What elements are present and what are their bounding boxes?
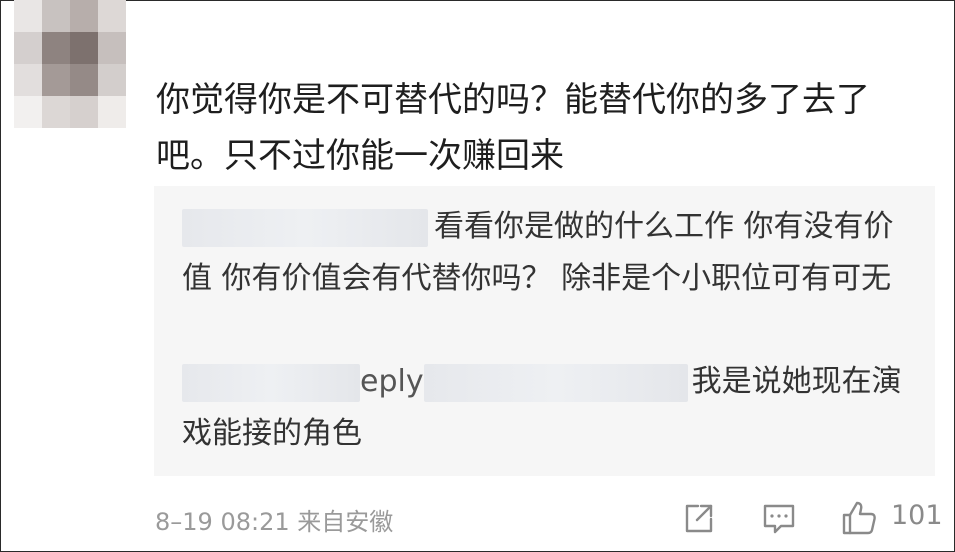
redacted-username[interactable]	[182, 208, 428, 247]
reply-prefix: eply	[360, 364, 424, 399]
comment-footer: 8–19 08:21 来自安徽 101	[155, 498, 943, 538]
avatar[interactable]	[14, 0, 126, 128]
thumbs-up-icon[interactable]	[839, 498, 879, 538]
reply-item[interactable]: 看看你是做的什么工作 你有没有价值 你有价值会有代替你吗？ 除非是个小职位可有可…	[182, 201, 922, 305]
like-count[interactable]: 101	[891, 500, 943, 531]
share-icon[interactable]	[679, 498, 719, 538]
reply-item[interactable]: eply 我是说她现在演戏能接的角色	[182, 356, 922, 460]
comment-text: 你觉得你是不可替代的吗？能替代你的多了去了吧。只不过你能一次赚回来	[156, 80, 870, 176]
replies-panel[interactable]: 看看你是做的什么工作 你有没有价值 你有价值会有代替你吗？ 除非是个小职位可有可…	[154, 186, 935, 476]
timestamp-location: 8–19 08:21 来自安徽	[155, 508, 394, 536]
comment-icon[interactable]	[759, 498, 799, 538]
redacted-username[interactable]	[182, 363, 360, 402]
redacted-username[interactable]	[423, 363, 688, 402]
